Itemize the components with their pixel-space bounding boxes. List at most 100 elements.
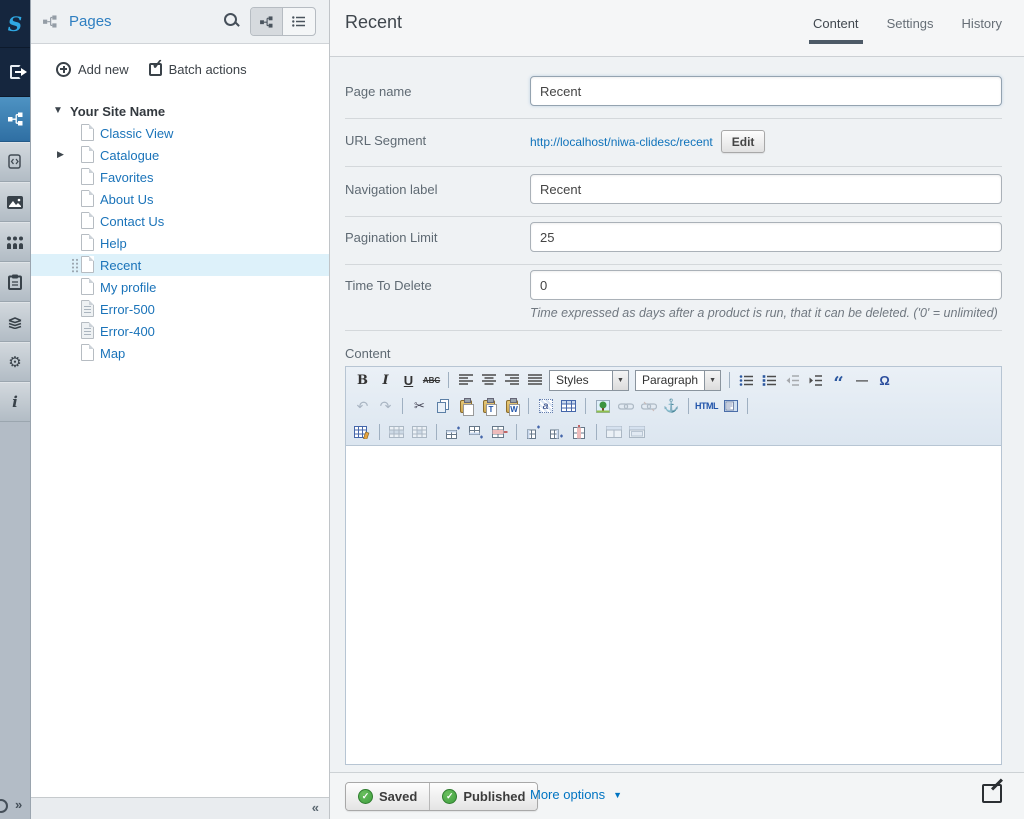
rail-item-settings[interactable]: ⚙ — [0, 342, 30, 382]
expand-rail-button[interactable]: » — [15, 797, 22, 812]
merge-cells-button[interactable] — [626, 422, 647, 442]
fullscreen-editor-button[interactable] — [720, 396, 741, 416]
align-left-button[interactable] — [455, 370, 476, 390]
tab-history[interactable]: History — [962, 16, 1002, 41]
bullet-list-button[interactable] — [736, 370, 757, 390]
url-segment-link[interactable]: http://localhost/niwa-clidesc/recent — [530, 135, 713, 149]
html-source-button[interactable]: HTML — [695, 396, 718, 416]
styles-select[interactable]: Styles▼ — [549, 370, 629, 391]
select-caret-icon: ▼ — [704, 371, 720, 390]
more-options-button[interactable]: More options ▼ — [530, 787, 622, 802]
editor-window-icon — [724, 400, 738, 412]
page-name-input[interactable] — [530, 76, 1002, 106]
horizontal-rule-button[interactable]: — — [851, 370, 872, 390]
anchor-button[interactable]: ⚓ — [661, 396, 682, 416]
tree-item-error-400[interactable]: Error-400 — [31, 320, 329, 342]
drag-handle-icon[interactable] — [71, 258, 79, 273]
tree-item-classic-view[interactable]: Classic View — [31, 122, 329, 144]
select-all-button[interactable]: a — [535, 396, 556, 416]
tree-item-favorites[interactable]: Favorites — [31, 166, 329, 188]
tree-item-about-us[interactable]: About Us — [31, 188, 329, 210]
tree-item-contact-us[interactable]: Contact Us — [31, 210, 329, 232]
table-row-props-button[interactable] — [386, 422, 407, 442]
paste-from-word-button[interactable]: W — [501, 396, 522, 416]
tab-settings[interactable]: Settings — [887, 16, 934, 41]
insert-link-button[interactable] — [615, 396, 636, 416]
collapse-panel-button[interactable]: « — [312, 800, 319, 815]
insert-image-button[interactable] — [592, 396, 613, 416]
add-new-button[interactable]: Add new — [56, 62, 129, 77]
strikethrough-button[interactable]: ABC — [421, 370, 442, 390]
delete-row-button[interactable] — [489, 422, 510, 442]
redo-button[interactable]: ↷ — [375, 396, 396, 416]
insert-row-after-button[interactable] — [466, 422, 487, 442]
numbered-list-button[interactable] — [759, 370, 780, 390]
rail-item-templates[interactable] — [0, 142, 30, 182]
bold-button[interactable]: B — [352, 370, 373, 390]
row-before-icon — [446, 426, 461, 439]
more-options-label: More options — [530, 787, 605, 802]
rail-spacer — [0, 422, 30, 795]
insert-row-before-button[interactable] — [443, 422, 464, 442]
paste-as-text-button[interactable]: T — [478, 396, 499, 416]
rich-text-editor-body[interactable] — [345, 446, 1002, 765]
navigation-label-input[interactable] — [530, 174, 1002, 204]
add-plus-icon — [56, 62, 71, 77]
rail-item-catalogue[interactable] — [0, 302, 30, 342]
page-title: Recent — [345, 12, 402, 33]
align-justify-button[interactable] — [524, 370, 545, 390]
underline-button[interactable]: U — [398, 370, 419, 390]
blockquote-button[interactable]: “ — [828, 370, 849, 390]
edit-table-button[interactable] — [352, 422, 373, 442]
insert-table-button[interactable] — [558, 396, 579, 416]
tree-item-recent[interactable]: Recent — [31, 254, 329, 276]
tree-item-help[interactable]: Help — [31, 232, 329, 254]
time-to-delete-input[interactable] — [530, 270, 1002, 300]
batch-actions-button[interactable]: ✓ Batch actions — [149, 62, 247, 77]
saved-button[interactable]: ✓ Saved — [346, 783, 429, 810]
rail-item-help[interactable]: i — [0, 382, 30, 422]
logout-button[interactable] — [0, 48, 30, 97]
outdent-button[interactable] — [782, 370, 803, 390]
edit-note-icon[interactable] — [982, 784, 1002, 803]
tree-item-my-profile[interactable]: My profile — [31, 276, 329, 298]
rail-item-pages[interactable] — [0, 97, 30, 142]
help-circle-icon[interactable] — [0, 799, 8, 813]
list-view-button[interactable] — [283, 8, 315, 35]
tab-content[interactable]: Content — [813, 16, 859, 41]
pagination-limit-input[interactable] — [530, 222, 1002, 252]
url-edit-button[interactable]: Edit — [721, 130, 766, 153]
special-char-button[interactable]: Ω — [874, 370, 895, 390]
cut-button[interactable]: ✂ — [409, 396, 430, 416]
unlink-button[interactable] — [638, 396, 659, 416]
published-button[interactable]: ✓ Published — [429, 783, 537, 810]
insert-col-after-button[interactable] — [546, 422, 567, 442]
expand-arrow-icon[interactable]: ▶ — [57, 149, 64, 160]
panel-title[interactable]: Pages — [69, 13, 112, 30]
indent-button[interactable] — [805, 370, 826, 390]
collapse-arrow-icon[interactable]: ▼ — [53, 105, 63, 116]
copy-button[interactable] — [432, 396, 453, 416]
tree-view-button[interactable] — [251, 8, 283, 35]
tree-item-catalogue[interactable]: ▶ Catalogue — [31, 144, 329, 166]
undo-button[interactable]: ↶ — [352, 396, 373, 416]
silverstripe-logo[interactable]: S — [0, 0, 30, 48]
delete-col-button[interactable] — [569, 422, 590, 442]
rail-item-security[interactable] — [0, 222, 30, 262]
search-icon[interactable] — [223, 12, 241, 30]
split-cells-button[interactable] — [603, 422, 624, 442]
image-icon — [7, 196, 23, 209]
insert-col-before-button[interactable] — [523, 422, 544, 442]
align-right-button[interactable] — [501, 370, 522, 390]
tree-root-your-site-name[interactable]: ▼ Your Site Name — [31, 100, 329, 122]
italic-button[interactable]: I — [375, 370, 396, 390]
rail-item-reports[interactable] — [0, 262, 30, 302]
paste-button[interactable] — [455, 396, 476, 416]
bullet-list-icon — [739, 374, 754, 387]
rail-item-files[interactable] — [0, 182, 30, 222]
tree-item-error-500[interactable]: Error-500 — [31, 298, 329, 320]
table-cell-props-button[interactable] — [409, 422, 430, 442]
align-center-button[interactable] — [478, 370, 499, 390]
format-select[interactable]: Paragraph▼ — [635, 370, 721, 391]
tree-item-map[interactable]: Map — [31, 342, 329, 364]
